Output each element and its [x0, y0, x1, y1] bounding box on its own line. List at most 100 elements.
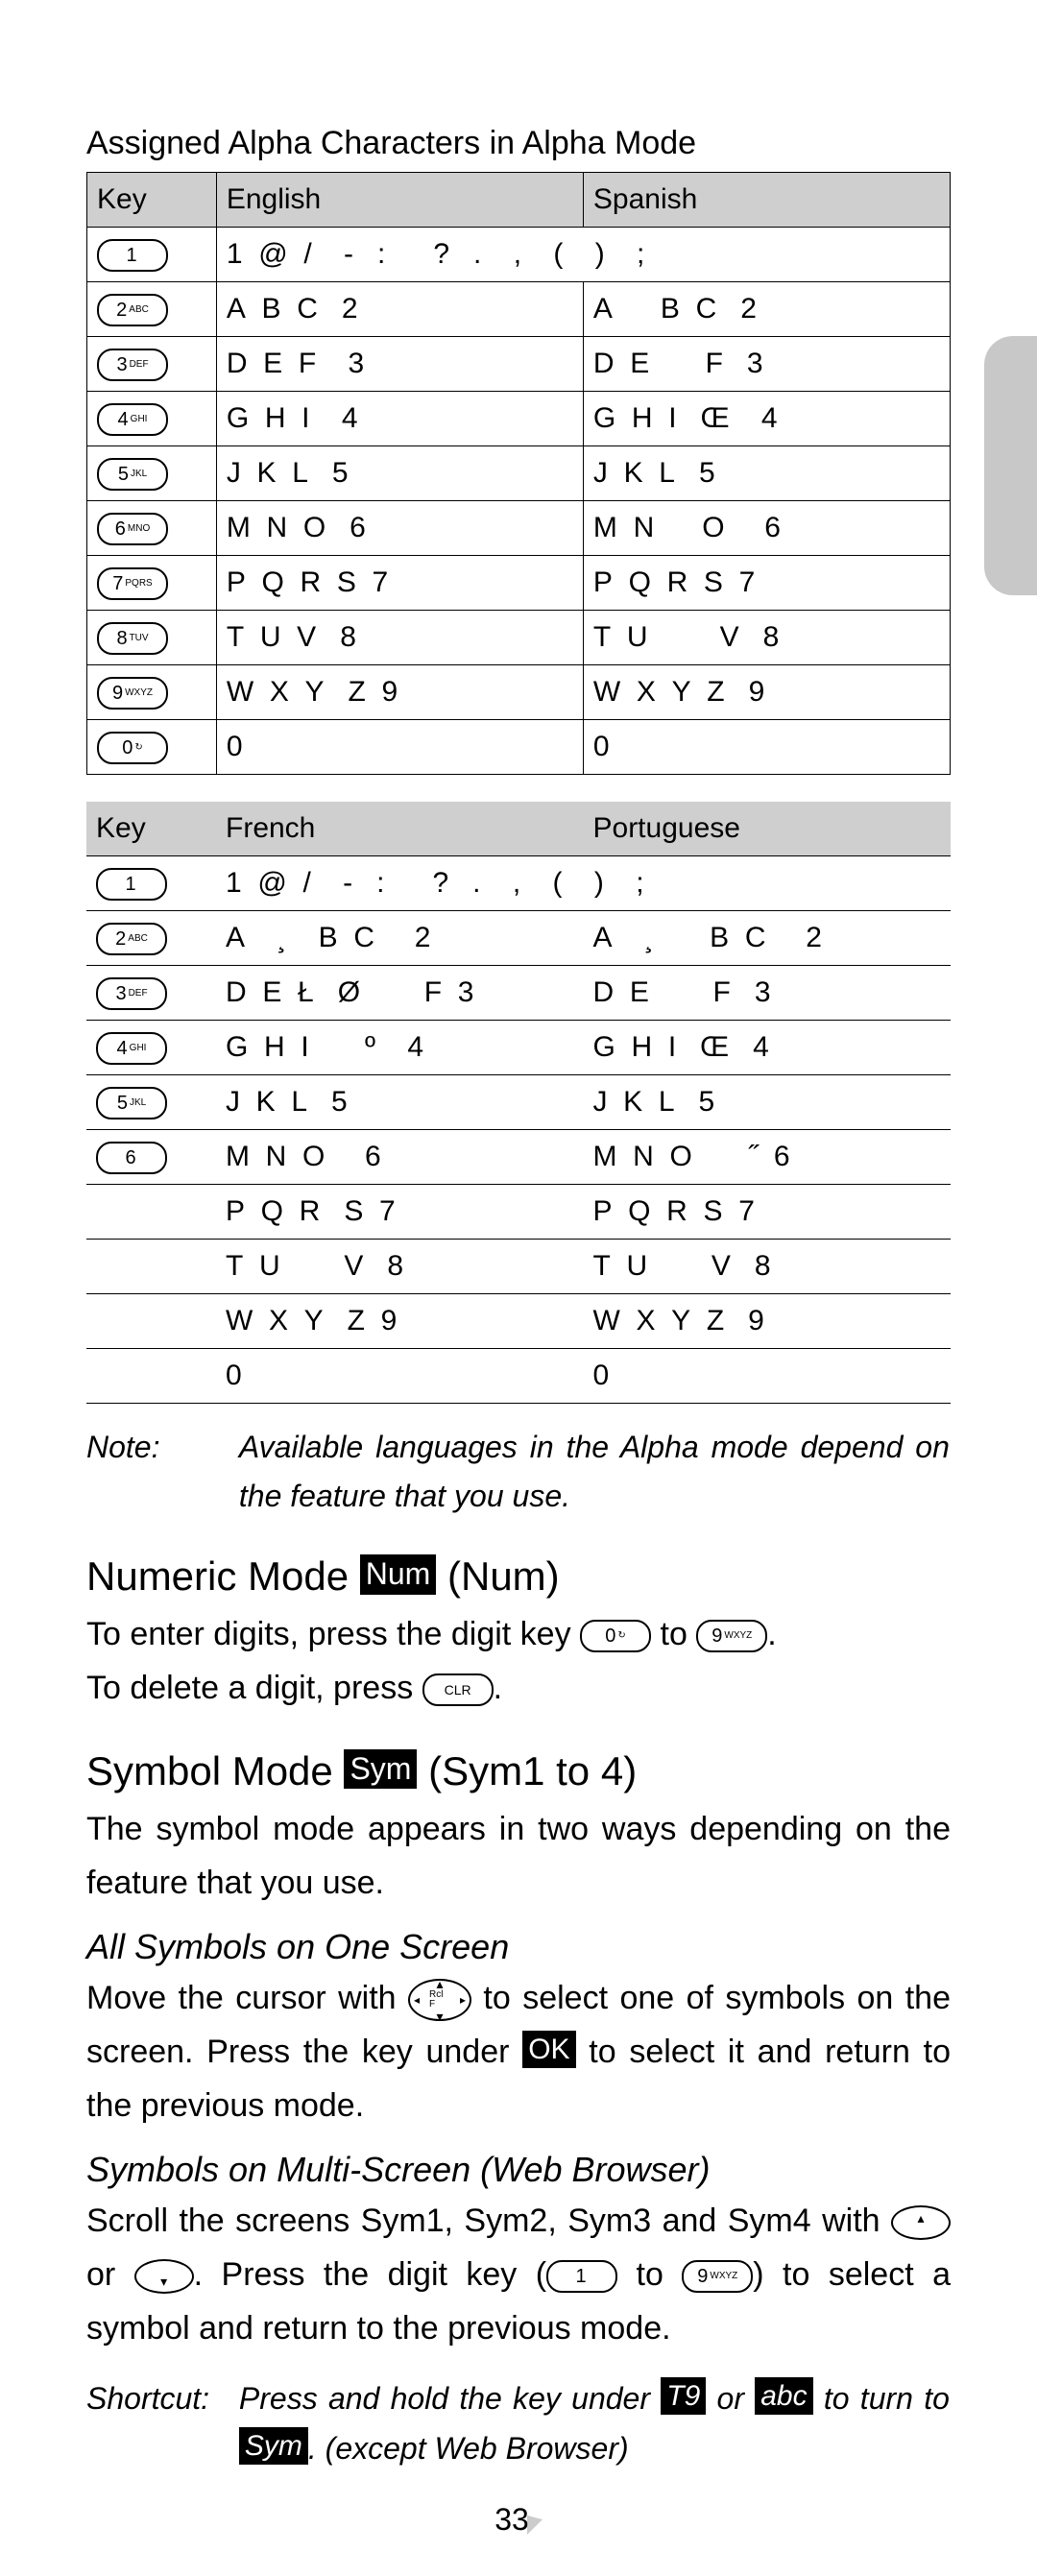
col-lang1: English	[216, 173, 583, 228]
cell-key	[86, 1240, 216, 1294]
note-label: Note:	[86, 1423, 230, 1472]
text: or	[86, 2256, 134, 2293]
text: to turn to	[813, 2381, 950, 2416]
symbol-heading-post: (Sym1 to 4)	[417, 1748, 637, 1794]
sym-badge: Sym	[239, 2427, 308, 2465]
symbol-p1: Move the cursor with ▴◂Rcl F▸▾ to select…	[86, 1971, 951, 2132]
cell-key: 3DEF	[87, 337, 217, 392]
text: To delete a digit, press	[86, 1670, 422, 1706]
table-row: 6M N O 6M N O ˝ 6	[86, 1130, 951, 1185]
cell-key: 4GHI	[86, 1021, 216, 1075]
cell-chars: 1 @ / - : ? . , ( ) ;	[216, 856, 951, 911]
table-row: T U V 8T U V 8	[86, 1240, 951, 1294]
symbol-p2: Scroll the screens Sym1, Sym2, Sym3 and …	[86, 2194, 951, 2355]
numeric-line1: To enter digits, press the digit key 0↻ …	[86, 1607, 951, 1661]
cell-key: 2ABC	[86, 911, 216, 966]
table-row: 3DEFD E F 3D E F 3	[87, 337, 951, 392]
cell-chars: 0	[583, 720, 950, 775]
symbol-sub1: All Symbols on One Screen	[86, 1927, 951, 1967]
cell-chars: A ¸ B C 2	[216, 911, 584, 966]
col-lang2: Portuguese	[584, 802, 952, 856]
key-1-icon: 1	[97, 239, 168, 272]
cell-chars: G H I Œ 4	[583, 392, 950, 446]
table-row: 5JKLJ K L 5J K L 5	[87, 446, 951, 501]
cell-key	[86, 1185, 216, 1240]
page-number: 33	[86, 2502, 951, 2538]
text: Move the cursor with	[86, 1980, 408, 2016]
cell-chars: D E F 3	[584, 966, 952, 1021]
col-lang2: Spanish	[583, 173, 950, 228]
cell-chars: J K L 5	[584, 1075, 952, 1130]
key-1-icon: 1	[546, 2260, 617, 2293]
table-row: 8TUVT U V 8T U V 8	[87, 611, 951, 665]
col-key: Key	[86, 802, 216, 856]
cell-key: 4GHI	[87, 392, 217, 446]
cell-chars: D E F 3	[583, 337, 950, 392]
col-lang1: French	[216, 802, 584, 856]
cell-chars: P Q R S 7	[583, 556, 950, 611]
cell-chars: M N O 6	[216, 501, 583, 556]
key-2-icon: 2ABC	[97, 294, 168, 326]
text: .	[494, 1670, 502, 1706]
cell-chars: W X Y Z 9	[216, 665, 583, 720]
table-row: 2ABC A B C 2A B C 2	[87, 282, 951, 337]
key-2-icon: 2ABC	[96, 923, 167, 955]
cell-chars: D E F 3	[216, 337, 583, 392]
col-key: Key	[87, 173, 217, 228]
table-row: 2ABC A ¸ B C 2A ¸ B C 2	[86, 911, 951, 966]
cell-chars: W X Y Z 9	[583, 665, 950, 720]
cell-chars: D E Ł Ø F 3	[216, 966, 584, 1021]
cell-chars: P Q R S 7	[216, 1185, 584, 1240]
key-0-icon: 0↻	[580, 1620, 651, 1652]
nav-key-icon: ▴◂Rcl F▸▾	[408, 1979, 471, 2021]
num-badge: Num	[360, 1554, 437, 1595]
cell-chars: J K L 5	[216, 1075, 584, 1130]
cell-key: 9WXYZ	[87, 665, 217, 720]
shortcut: Shortcut: Press and hold the key under T…	[86, 2374, 951, 2472]
symbol-sub2: Symbols on Multi-Screen (Web Browser)	[86, 2150, 951, 2190]
text: .	[767, 1616, 776, 1652]
side-tab	[984, 336, 1037, 595]
page-number-text: 33	[494, 2502, 529, 2537]
key-7-icon: 7PQRS	[97, 567, 168, 600]
page-title: Assigned Alpha Characters in Alpha Mode	[86, 125, 951, 162]
cell-chars: A ¸ B C 2	[584, 911, 952, 966]
key-1-icon: 1	[96, 868, 167, 901]
text: or	[706, 2381, 755, 2416]
text: Scroll the screens Sym1, Sym2, Sym3 and …	[86, 2203, 891, 2239]
sym-badge: Sym	[344, 1749, 417, 1790]
table-row: 9WXYZ W X Y Z 9W X Y Z 9	[87, 665, 951, 720]
cell-key: 8TUV	[87, 611, 217, 665]
cell-chars: T U V 8	[584, 1240, 952, 1294]
key-4-icon: 4GHI	[96, 1032, 167, 1065]
cell-chars: 1 @ / - : ? . , ( ) ;	[216, 228, 950, 282]
cell-key	[86, 1294, 216, 1349]
cell-chars: W X Y Z 9	[216, 1294, 584, 1349]
t9-badge: T9	[661, 2377, 706, 2415]
cell-chars: M N O ˝ 6	[584, 1130, 952, 1185]
cell-chars: 0	[216, 720, 583, 775]
numeric-heading: Numeric Mode Num (Num)	[86, 1553, 951, 1600]
cell-chars: P Q R S 7	[216, 556, 583, 611]
cell-chars: A B C 2	[583, 282, 950, 337]
cell-chars: T U V 8	[216, 611, 583, 665]
key-clr-icon: CLR	[422, 1673, 494, 1706]
key-5-icon: 5JKL	[97, 458, 168, 491]
key-4-icon: 4GHI	[97, 403, 168, 436]
table-row: 7PQRS P Q R S 7P Q R S 7	[87, 556, 951, 611]
key-9-icon: 9WXYZ	[682, 2260, 753, 2293]
text: To enter digits, press the digit key	[86, 1616, 580, 1652]
key-9-icon: 9WXYZ	[696, 1620, 767, 1652]
cell-key: 5JKL	[87, 446, 217, 501]
numeric-heading-pre: Numeric Mode	[86, 1553, 360, 1599]
cell-chars: G H I 4	[216, 392, 583, 446]
table-row: 4GHIG H I º 4G H I Œ 4	[86, 1021, 951, 1075]
cell-key: 7PQRS	[87, 556, 217, 611]
cell-chars: A B C 2	[216, 282, 583, 337]
numeric-heading-post: (Num)	[436, 1553, 559, 1599]
cell-key: 6MNO	[87, 501, 217, 556]
key-0-icon: 0↻	[97, 732, 168, 764]
key-9-icon: 9WXYZ	[97, 677, 168, 710]
text: Press and hold the key under	[239, 2381, 661, 2416]
table-row: 00	[86, 1349, 951, 1404]
